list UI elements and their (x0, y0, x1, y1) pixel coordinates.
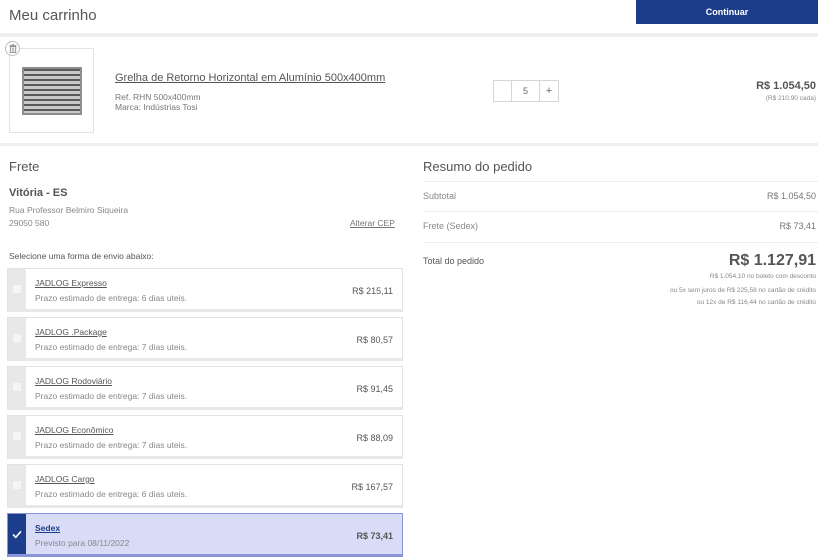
trash-icon (9, 44, 16, 53)
subtotal-value: R$ 1.054,50 (766, 191, 816, 201)
remove-item-button[interactable] (5, 41, 20, 56)
shipping-option-eta: Prazo estimado de entrega: 6 dias uteis. (35, 293, 188, 303)
checkbox-icon (13, 383, 21, 391)
shipping-option-price: R$ 167,57 (351, 482, 393, 492)
product-ref: Ref. RHN 500x400mm (115, 92, 201, 102)
checkbox-icon (13, 481, 21, 489)
change-cep-link[interactable]: Alterar CEP (350, 218, 395, 228)
shipping-option-name: Sedex (35, 523, 61, 533)
shipping-select-label: Selecione uma forma de envio abaixo: (9, 251, 154, 261)
summary-title: Resumo do pedido (423, 159, 533, 174)
shipping-options-list: JADLOG Expresso Prazo estimado de entreg… (7, 268, 403, 560)
shipping-option-price: R$ 88,09 (356, 433, 393, 443)
continue-button[interactable]: Continuar (636, 0, 818, 24)
shipping-option-name: JADLOG Econômico (35, 425, 114, 435)
checkbox-icon (13, 334, 21, 342)
shipping-option-price: R$ 215,11 (352, 286, 393, 296)
header: Meu carrinho Continuar (0, 0, 818, 34)
quantity-decrease-button[interactable] (494, 81, 512, 101)
installment-5x-note: ou 5x sem juros de R$ 225,58 no cartão d… (670, 287, 816, 294)
subtotal-label: Subtotal (423, 191, 457, 201)
item-unit-price: (R$ 210,90 cada) (765, 95, 816, 102)
page-title: Meu carrinho (9, 7, 97, 24)
total-value: R$ 1.127,91 (728, 252, 816, 269)
shipping-option-checkbox[interactable] (8, 318, 26, 358)
shipping-option-name: JADLOG Rodoviário (35, 376, 113, 386)
shipping-option[interactable]: JADLOG .Package Prazo estimado de entreg… (7, 317, 403, 361)
shipping-option-name: JADLOG .Package (35, 327, 107, 337)
product-brand: Marca: Indústrias Tosi (115, 102, 198, 112)
summary-freight-row: Frete (Sedex) R$ 73,41 (423, 211, 818, 239)
installment-12x-note: ou 12x de R$ 116,44 no cartão de crédito (696, 299, 816, 306)
product-name-link[interactable]: Grelha de Retorno Horizontal em Alumínio… (115, 72, 385, 84)
shipping-title: Frete (9, 159, 40, 174)
shipping-option[interactable]: JADLOG Econômico Prazo estimado de entre… (7, 415, 403, 459)
shipping-option-price: R$ 80,57 (356, 335, 393, 345)
shipping-option[interactable]: JADLOG Expresso Prazo estimado de entreg… (7, 268, 403, 312)
freight-value: R$ 73,41 (779, 221, 816, 231)
shipping-option-checkbox[interactable] (8, 465, 26, 505)
shipping-option[interactable]: JADLOG Rodoviário Prazo estimado de entr… (7, 366, 403, 410)
shipping-option-eta: Prazo estimado de entrega: 6 dias uteis. (35, 489, 188, 499)
shipping-cep: 29050 580 (9, 218, 50, 228)
summary-total-row: Total do pedido R$ 1.127,91 (423, 242, 818, 269)
shipping-option-selected[interactable]: Sedex Previsto para 08/11/2022 R$ 73,41 (7, 513, 403, 557)
item-total-price: R$ 1.054,50 (756, 80, 816, 92)
checkmark-icon (12, 530, 22, 538)
freight-label: Frete (Sedex) (423, 221, 479, 231)
shipping-option-checkbox[interactable] (8, 416, 26, 456)
shipping-option-eta: Previsto para 08/11/2022 (35, 538, 130, 548)
quantity-stepper: 5 + (493, 80, 559, 102)
shipping-option[interactable]: JADLOG Cargo Prazo estimado de entrega: … (7, 464, 403, 508)
shipping-city: Vitória - ES (9, 187, 68, 199)
shipping-option-eta: Prazo estimado de entrega: 7 dias uteis. (35, 391, 188, 401)
boleto-note: R$ 1.054,10 no boleto com desconto (709, 273, 816, 280)
header-divider (0, 33, 818, 37)
shipping-option-price: R$ 91,45 (356, 384, 393, 394)
grille-image (22, 67, 82, 115)
checkbox-icon (13, 285, 21, 293)
quantity-value[interactable]: 5 (512, 81, 540, 101)
product-thumbnail[interactable] (9, 48, 94, 133)
shipping-option-price: R$ 73,41 (356, 531, 393, 541)
quantity-increase-button[interactable]: + (540, 81, 558, 101)
shipping-option-checkbox[interactable] (8, 367, 26, 407)
checkbox-icon (13, 432, 21, 440)
summary-subtotal-row: Subtotal R$ 1.054,50 (423, 181, 818, 209)
shipping-option-checkbox[interactable] (8, 514, 26, 554)
shipping-option-eta: Prazo estimado de entrega: 7 dias uteis. (35, 342, 188, 352)
shipping-option-name: JADLOG Cargo (35, 474, 95, 484)
shipping-option-name: JADLOG Expresso (35, 278, 107, 288)
cart-divider (0, 143, 818, 146)
shipping-option-checkbox[interactable] (8, 269, 26, 309)
shipping-street: Rua Professor Belmiro Siqueira (9, 205, 129, 215)
total-label: Total do pedido (423, 256, 485, 266)
shipping-option-eta: Prazo estimado de entrega: 7 dias uteis. (35, 440, 188, 450)
